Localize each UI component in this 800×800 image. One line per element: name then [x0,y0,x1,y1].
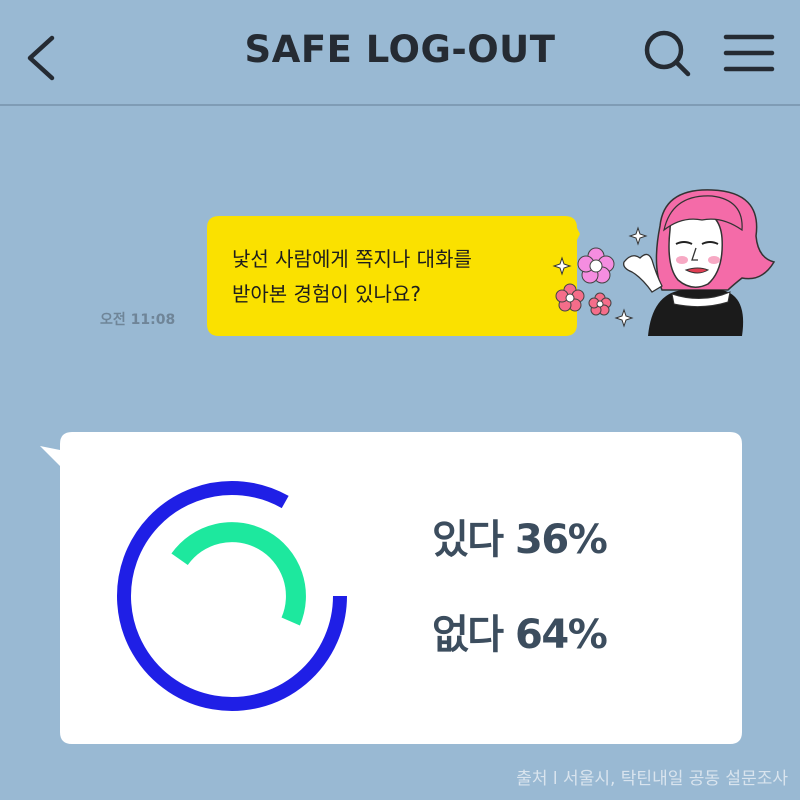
hamburger-menu-icon [723,34,775,72]
donut-chart [117,481,347,711]
search-button[interactable] [636,22,700,86]
question-text: 낯선 사람에게 쪽지나 대화를 받아본 경험이 있나요? [232,242,572,312]
result-no-label: 없다 64% [432,612,608,658]
result-yes-label: 있다 36% [432,517,608,563]
chart-segment-yes [171,522,306,626]
flower-icon [555,247,615,316]
app-header: SAFE LOG-OUT [0,0,800,106]
question-bubble: 낯선 사람에게 쪽지나 대화를 받아본 경험이 있나요? [207,216,580,336]
chart-segment-no [117,481,347,711]
chevron-left-icon [27,35,55,81]
search-icon [644,30,691,77]
answer-bubble: 있다 36% 없다 64% [40,432,742,744]
question-line-1: 낯선 사람에게 쪽지나 대화를 [232,247,472,271]
source-caption: 출처 l 서울시, 탁틴내일 공동 설문조사 [516,769,788,789]
message-timestamp: 오전 11:08 [100,312,176,328]
character-illustration [552,186,778,340]
menu-button[interactable] [716,22,784,86]
back-button[interactable] [14,20,74,90]
question-line-2: 받아본 경험이 있나요? [232,282,421,306]
